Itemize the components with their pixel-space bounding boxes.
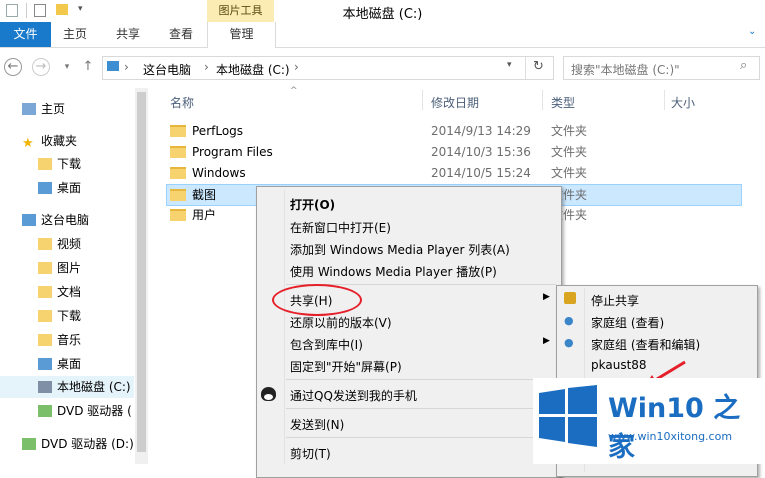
nav-documents[interactable]: 文档 (38, 281, 81, 303)
submenu-arrow-icon: ▶ (543, 292, 550, 302)
windows-logo-icon (539, 385, 597, 447)
nav-fav-downloads[interactable]: 下载 (38, 153, 81, 175)
nav-dvd-drive-d[interactable]: DVD 驱动器 (D:) (22, 433, 134, 455)
nav-fav-desktop[interactable]: 桌面 (38, 177, 81, 199)
breadcrumb-local-disk[interactable]: 本地磁盘 (C:) (216, 61, 290, 78)
menu-item-include-in-library[interactable]: 包含到库中(I) (290, 336, 363, 353)
column-header-size[interactable]: 大小 (671, 94, 695, 111)
documents-folder-icon (38, 286, 52, 298)
address-dropdown-icon[interactable]: ▾ (507, 60, 512, 70)
column-header-type[interactable]: 类型 (551, 94, 575, 111)
nav-desktop[interactable]: 桌面 (38, 353, 81, 375)
watermark-brand: Win10 之家 (608, 393, 741, 463)
pictures-folder-icon (38, 262, 52, 274)
qq-penguin-belly (264, 394, 273, 400)
menu-separator (286, 408, 556, 409)
window-title: 本地磁盘 (C:) (342, 7, 423, 22)
sort-indicator-icon: ^ (290, 86, 298, 96)
nav-downloads[interactable]: 下载 (38, 305, 81, 327)
home-icon (22, 103, 36, 115)
nav-music[interactable]: 音乐 (38, 329, 81, 351)
search-placeholder: 搜索"本地磁盘 (C:)" (571, 63, 680, 77)
submenu-item-homegroup-edit[interactable]: 家庭组 (查看和编辑) (591, 336, 700, 353)
lock-icon (564, 292, 576, 304)
submenu-arrow-icon: ▶ (543, 336, 550, 346)
table-row[interactable]: PerfLogs 2014/9/13 14:29 文件夹 (166, 121, 740, 141)
column-header-modified[interactable]: 修改日期 (431, 94, 479, 111)
menu-item-open-new-window[interactable]: 在新窗口中打开(E) (290, 219, 391, 236)
menu-separator (286, 437, 556, 438)
menu-item-add-to-wmp-list[interactable]: 添加到 Windows Media Player 列表(A) (290, 241, 510, 258)
back-icon[interactable]: ← (4, 58, 22, 76)
column-divider[interactable] (422, 90, 423, 110)
menu-item-send-to[interactable]: 发送到(N) (290, 416, 344, 433)
tab-manage[interactable]: 管理 (207, 22, 276, 48)
nav-home[interactable]: 主页 (22, 98, 65, 120)
nav-favorites[interactable]: ★ 收藏夹 (22, 130, 77, 152)
star-icon: ★ (22, 136, 34, 151)
folder-icon (170, 125, 186, 137)
breadcrumb-separator-icon: › (294, 60, 299, 74)
menu-item-restore-previous[interactable]: 还原以前的版本(V) (290, 314, 392, 331)
nav-pictures[interactable]: 图片 (38, 257, 81, 279)
column-divider[interactable] (542, 90, 543, 110)
tab-home[interactable]: 主页 (63, 22, 87, 47)
column-header-name[interactable]: 名称 (170, 94, 194, 111)
search-icon[interactable]: ⌕ (740, 58, 747, 73)
table-row[interactable]: Windows 2014/10/5 15:24 文件夹 (166, 163, 740, 183)
nav-dvd-drive[interactable]: DVD 驱动器 ( (38, 400, 132, 422)
dvd-drive-icon (38, 405, 52, 417)
nav-local-disk-c[interactable]: 本地磁盘 (C:) (38, 376, 131, 398)
nav-this-pc[interactable]: 这台电脑 (22, 209, 89, 231)
video-folder-icon (38, 238, 52, 250)
watermark-url: www.win10xitong.com (608, 430, 733, 443)
tab-file[interactable]: 文件 (0, 22, 51, 47)
desktop-icon (38, 358, 52, 370)
folder-icon (170, 146, 186, 158)
submenu-item-stop-sharing[interactable]: 停止共享 (591, 292, 639, 309)
breadcrumb-separator-icon: › (124, 60, 129, 74)
menu-item-cut[interactable]: 剪切(T) (290, 445, 331, 462)
tab-view[interactable]: 查看 (169, 22, 193, 47)
breadcrumb-this-pc[interactable]: 这台电脑 (143, 61, 191, 78)
desktop-icon (38, 182, 52, 194)
drive-icon (38, 381, 52, 393)
folder-icon (170, 167, 186, 179)
column-divider[interactable] (664, 90, 665, 110)
menu-item-send-to-phone-qq[interactable]: 通过QQ发送到我的手机 (290, 387, 417, 404)
menu-item-pin-to-start[interactable]: 固定到"开始"屏幕(P) (290, 358, 402, 375)
refresh-icon[interactable]: ↻ (533, 59, 544, 74)
music-folder-icon (38, 334, 52, 346)
table-row[interactable]: Program Files 2014/10/3 15:36 文件夹 (166, 142, 740, 162)
dvd-drive-icon (22, 438, 36, 450)
computer-icon (107, 61, 119, 71)
menu-separator (286, 379, 556, 380)
submenu-item-homegroup-view[interactable]: 家庭组 (查看) (591, 314, 664, 331)
recent-dropdown-icon[interactable]: ▾ (58, 58, 76, 76)
nav-videos[interactable]: 视频 (38, 233, 81, 255)
menu-item-open[interactable]: 打开(O) (290, 196, 335, 213)
annotation-red-circle (272, 284, 362, 316)
folder-icon (170, 209, 186, 221)
forward-icon[interactable]: → (32, 58, 50, 76)
tab-share[interactable]: 共享 (116, 22, 140, 47)
up-icon[interactable]: ↑ (79, 58, 97, 76)
computer-icon (22, 214, 36, 226)
folder-icon (170, 189, 186, 201)
divider (525, 57, 526, 79)
download-folder-icon (38, 158, 52, 170)
menu-gutter-divider (284, 190, 285, 464)
submenu-item-user-pkaust88[interactable]: pkaust88 (591, 358, 647, 372)
nav-scrollbar-thumb[interactable] (137, 92, 146, 452)
ribbon-expand-icon[interactable]: ⌄ (748, 26, 756, 37)
download-folder-icon (38, 310, 52, 322)
breadcrumb-separator-icon: › (204, 60, 209, 74)
menu-item-play-with-wmp[interactable]: 使用 Windows Media Player 播放(P) (290, 263, 497, 280)
homegroup-icon: ● (564, 314, 574, 327)
ribbon-tab-row (0, 22, 765, 48)
homegroup-icon: ● (564, 336, 574, 349)
